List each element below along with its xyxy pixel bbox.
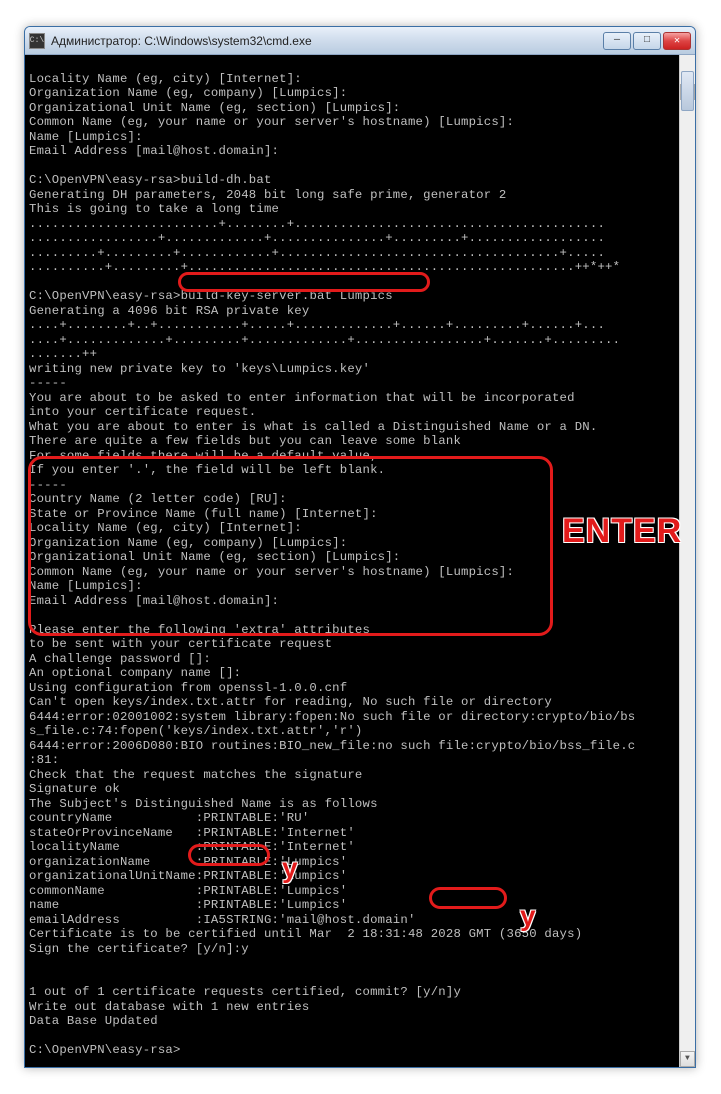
cmd-window: C:\ Администратор: C:\Windows\system32\c… [24,26,696,1068]
window-title: Администратор: C:\Windows\system32\cmd.e… [51,34,603,48]
console-area[interactable]: Locality Name (eg, city) [Internet]: Org… [25,55,695,1067]
vertical-scrollbar[interactable]: ▲ ▼ [679,55,695,1067]
cmd-icon: C:\ [29,33,45,49]
close-button[interactable]: ✕ [663,32,691,50]
scroll-thumb[interactable] [681,71,694,111]
titlebar[interactable]: C:\ Администратор: C:\Windows\system32\c… [25,27,695,55]
console-output: Locality Name (eg, city) [Internet]: Org… [29,72,691,1058]
window-controls: — □ ✕ [603,32,691,50]
minimize-button[interactable]: — [603,32,631,50]
maximize-button[interactable]: □ [633,32,661,50]
scroll-down-button[interactable]: ▼ [680,1051,695,1067]
